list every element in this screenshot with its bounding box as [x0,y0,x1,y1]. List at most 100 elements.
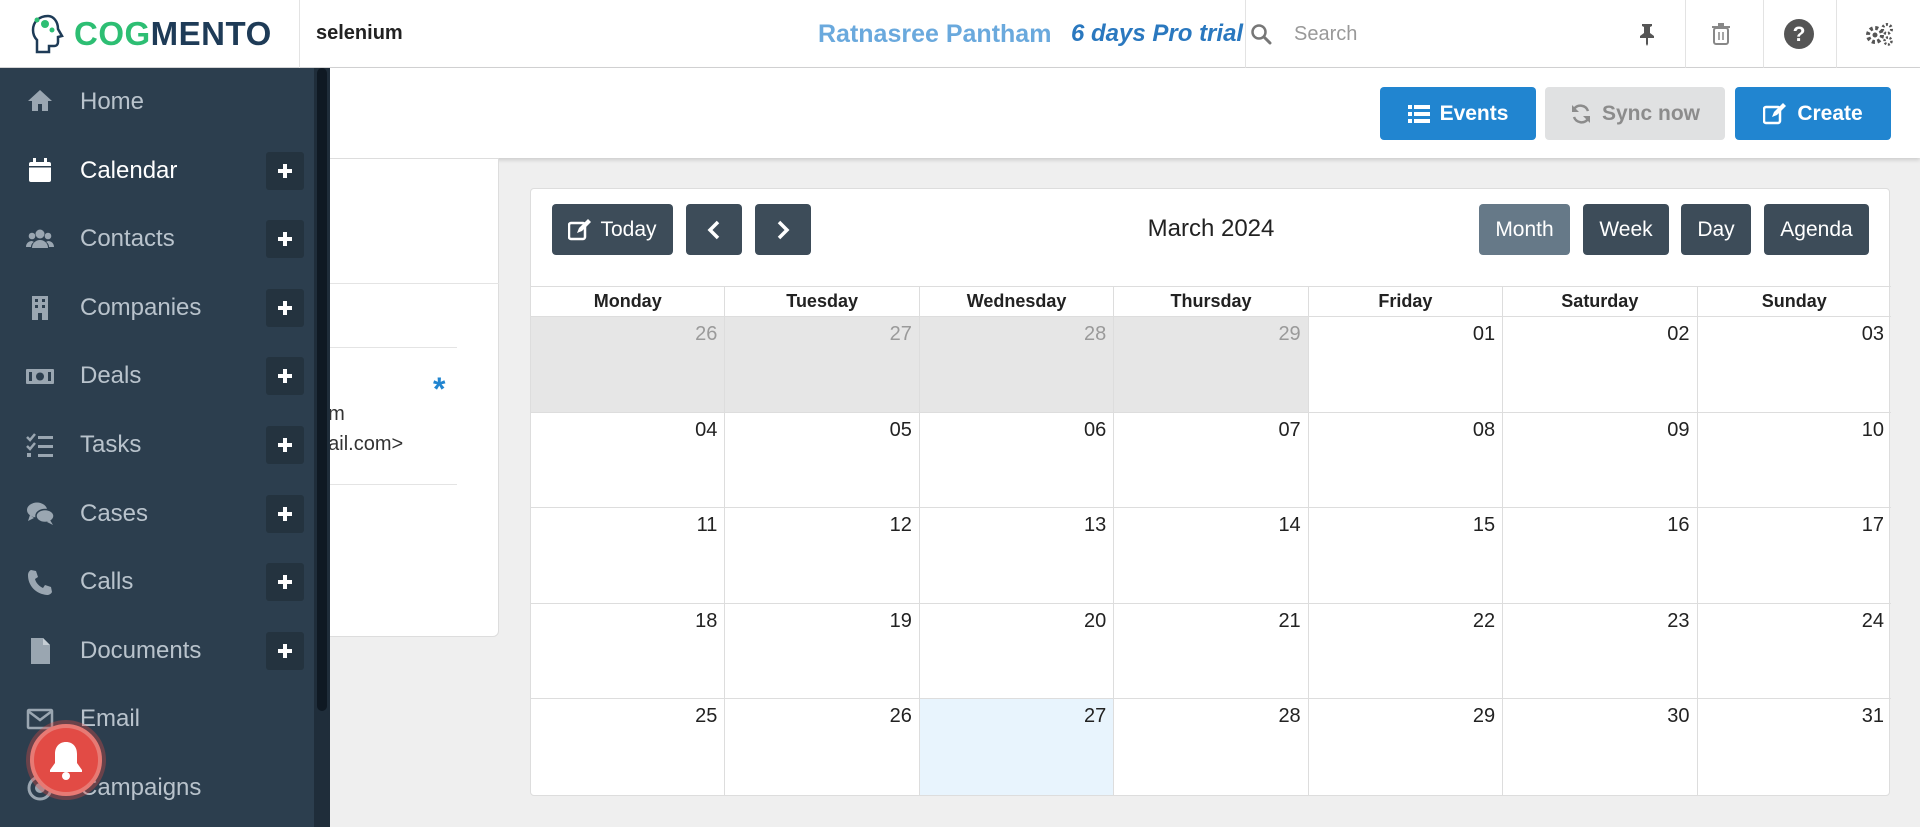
pin-button[interactable] [1612,0,1682,68]
week-row: 25 26 27 28 29 30 31 [531,699,1891,795]
trial-badge[interactable]: 6 days Pro trial [1071,20,1243,48]
weekday-header: Wednesday [920,287,1115,316]
plus-icon [278,163,292,178]
logo[interactable]: COGMENTO [0,0,300,68]
day-cell[interactable]: 09 [1503,412,1698,508]
day-cell[interactable]: 02 [1503,317,1698,412]
today-button[interactable]: Today [552,204,673,255]
day-cell[interactable]: 30 [1503,699,1698,795]
help-button[interactable]: ? [1763,0,1833,68]
day-cell[interactable]: 27 [725,317,920,412]
pin-icon [1640,24,1654,46]
day-cell[interactable]: 15 [1309,508,1504,603]
list-icon [1407,104,1430,123]
create-button[interactable]: Create [1735,87,1891,140]
action-toolbar: Events Sync now Create [330,68,1920,158]
sidebar-item-companies[interactable]: Companies [0,274,314,342]
day-cell[interactable]: 28 [919,317,1115,412]
day-cell[interactable]: 26 [531,317,726,412]
week-row: 04 05 06 07 08 09 10 [531,412,1891,509]
day-cell[interactable]: 26 [725,699,920,795]
day-cell[interactable]: 28 [1114,699,1309,795]
prev-month-button[interactable] [686,204,742,255]
day-cell[interactable]: 24 [1698,604,1891,699]
phone-icon [0,567,80,597]
day-cell[interactable]: 31 [1698,699,1891,795]
home-icon [0,87,80,117]
day-cell[interactable]: 22 [1309,603,1504,699]
day-cell[interactable]: 03 [1698,317,1891,412]
building-icon [0,293,80,323]
view-month-button[interactable]: Month [1479,204,1570,255]
plus-icon [278,369,292,384]
sidebar-item-label: Home [80,88,145,115]
sidebar-item-calendar[interactable]: Calendar [0,137,314,205]
day-cell[interactable]: 10 [1698,413,1891,508]
sidebar-item-label: Contacts [80,225,175,253]
user-name[interactable]: Ratnasree Pantham [818,20,1051,49]
sidebar-item-contacts[interactable]: Contacts [0,205,314,273]
day-cell[interactable]: 23 [1503,603,1698,699]
plus-icon [278,506,292,521]
calendar-icon [0,156,80,186]
view-week-button[interactable]: Week [1583,204,1669,255]
sidebar-item-tasks[interactable]: Tasks [0,411,314,479]
trash-button[interactable] [1685,0,1755,68]
weekday-header-row: Monday Tuesday Wednesday Thursday Friday… [531,286,1891,317]
day-cell[interactable]: 05 [725,412,920,508]
plus-icon [278,300,292,315]
day-cell[interactable]: 21 [1114,603,1309,699]
view-agenda-button[interactable]: Agenda [1764,204,1869,255]
add-tasks-button[interactable] [266,426,304,464]
day-cell[interactable]: 04 [531,412,726,508]
sidebar-item-home[interactable]: Home [0,68,314,136]
settings-button[interactable] [1836,0,1920,68]
add-cases-button[interactable] [266,494,304,533]
day-cell[interactable]: 13 [920,508,1115,603]
sidebar-item-documents[interactable]: Documents [0,617,314,685]
top-header: COGMENTO selenium Ratnasree Pantham 6 da… [0,0,1920,68]
day-cell[interactable]: 29 [1114,317,1309,412]
sidebar-item-deals[interactable]: Deals [0,342,314,410]
add-contacts-button[interactable] [266,220,304,259]
money-icon [0,361,80,391]
chevron-right-icon [777,220,790,239]
day-cell[interactable]: 27 [919,699,1115,795]
logo-cog-text: COG [74,15,151,52]
day-cell[interactable]: 17 [1698,508,1891,603]
week-row: 11 12 13 14 15 16 17 [531,508,1891,604]
day-cell[interactable]: 19 [725,603,920,699]
sidebar: Home Calendar Contacts Companies Deals Tasks C… [0,68,330,827]
search-input[interactable] [1294,22,1594,46]
day-cell[interactable]: 12 [725,508,920,603]
day-cell[interactable]: 07 [1114,412,1309,508]
notification-bell-button[interactable] [30,724,102,796]
add-deals-button[interactable] [266,357,304,396]
sidebar-item-label: Companies [80,293,202,321]
sidebar-item-calls[interactable]: Calls [0,548,314,616]
day-cell[interactable]: 08 [1309,412,1504,508]
events-button[interactable]: Events [1380,87,1536,140]
day-cell[interactable]: 20 [920,603,1115,699]
day-cell[interactable]: 11 [531,508,726,603]
sidebar-item-label: Cases [80,499,149,527]
calendar-title: March 2024 [1147,215,1275,242]
view-day-button[interactable]: Day [1681,204,1751,255]
day-cell[interactable]: 18 [531,603,726,699]
add-calendar-button[interactable] [266,151,304,190]
next-month-button[interactable] [755,204,811,255]
day-cell[interactable]: 25 [531,699,726,795]
day-cell[interactable]: 01 [1309,317,1504,412]
day-cell[interactable]: 06 [920,412,1115,508]
add-calls-button[interactable] [266,563,304,602]
day-cell[interactable]: 14 [1114,508,1309,603]
sync-now-button[interactable]: Sync now [1545,87,1725,140]
sidebar-scrollbar-thumb[interactable] [317,68,327,711]
day-cell[interactable]: 29 [1309,699,1504,795]
sidebar-item-cases[interactable]: Cases [0,480,314,548]
brain-logo-icon [31,14,64,54]
add-companies-button[interactable] [266,288,304,327]
add-documents-button[interactable] [266,631,304,670]
day-cell[interactable]: 16 [1503,508,1698,603]
sidebar-scrollbar[interactable] [314,68,330,827]
